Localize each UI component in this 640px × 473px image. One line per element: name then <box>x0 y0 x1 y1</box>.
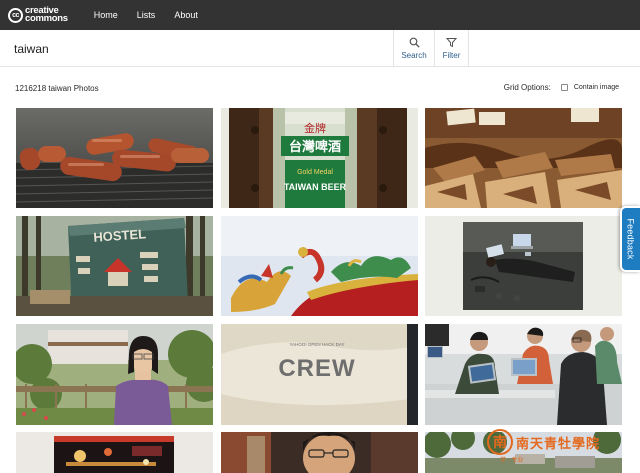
creative-commons-logo[interactable]: cc creative commons <box>8 6 68 24</box>
feedback-tab[interactable]: Feedback <box>620 206 640 272</box>
photo-tile[interactable]: YAHOO! OPEN HACK DAY CREW <box>221 324 418 425</box>
watermark: 南 南天青牡學院 <box>487 429 600 455</box>
grid-options-label: Grid Options: <box>503 83 551 92</box>
search-icon <box>409 37 420 48</box>
photo-tile[interactable] <box>16 108 213 208</box>
beer-top-text: 金牌 <box>304 121 326 135</box>
feedback-label: Feedback <box>626 218 636 260</box>
contain-image-checkbox[interactable] <box>560 84 568 91</box>
search-input[interactable] <box>14 40 374 58</box>
photo-laptop-workers <box>425 324 622 425</box>
main-nav: Home Lists About <box>94 10 217 20</box>
watermark-subtext: 学 · 专业 <box>500 458 524 464</box>
filter-button-label: Filter <box>442 51 461 60</box>
contain-image-label[interactable]: Contain image <box>574 84 619 91</box>
photo-night-stage <box>16 432 213 473</box>
photo-tile[interactable] <box>16 324 213 425</box>
logo-wordmark: creative commons <box>25 6 68 24</box>
beer-gold-text: Gold Medal <box>297 169 333 176</box>
nav-lists-link[interactable]: Lists <box>137 10 156 20</box>
photo-taiwan-beer: 金牌 台灣啤酒 Gold Medal TAIWAN BEER <box>221 108 418 208</box>
nav-home-link[interactable]: Home <box>94 10 118 20</box>
photo-dried-fish <box>425 108 622 208</box>
photo-hostel-sign: HOSTEL <box>16 216 213 316</box>
photo-sausages <box>16 108 213 208</box>
crew-small-text: YAHOO! OPEN HACK DAY <box>289 342 344 347</box>
photo-floor-laptop <box>425 216 622 316</box>
nav-about-link[interactable]: About <box>174 10 198 20</box>
photo-tile[interactable] <box>221 432 418 473</box>
filter-button[interactable]: Filter <box>434 30 469 67</box>
photo-tile[interactable] <box>16 432 213 473</box>
photo-man-glasses <box>221 432 418 473</box>
result-count: 1216218 taiwan Photos <box>15 84 99 93</box>
watermark-text: 南天青牡學院 <box>516 436 601 452</box>
photo-tile[interactable]: 金牌 台灣啤酒 Gold Medal TAIWAN BEER <box>221 108 418 208</box>
search-button[interactable]: Search <box>393 30 434 67</box>
grid-options: Grid Options: Contain image <box>504 83 619 92</box>
beer-bottom-text: TAIWAN BEER <box>284 182 347 192</box>
filter-icon <box>446 38 457 48</box>
cc-logo-icon: cc <box>8 7 23 23</box>
logo-line-2: commons <box>25 13 68 24</box>
crew-text: CREW <box>278 355 355 382</box>
beer-mid-text: 台灣啤酒 <box>289 139 341 155</box>
search-bar: Search Filter <box>0 30 640 67</box>
photo-tile[interactable] <box>425 324 622 425</box>
watermark-seal: 南 <box>487 429 513 455</box>
photo-tile[interactable] <box>221 216 418 316</box>
photo-crew-shirt: YAHOO! OPEN HACK DAY CREW <box>221 324 418 425</box>
search-button-label: Search <box>401 51 427 60</box>
photo-tile[interactable]: HOSTEL <box>16 216 213 316</box>
photo-woman-purple <box>16 324 213 425</box>
photo-temple-dragon <box>221 216 418 316</box>
top-navbar: cc creative commons Home Lists About <box>0 0 640 30</box>
photo-tile[interactable] <box>425 216 622 316</box>
photo-tile[interactable] <box>425 108 622 208</box>
